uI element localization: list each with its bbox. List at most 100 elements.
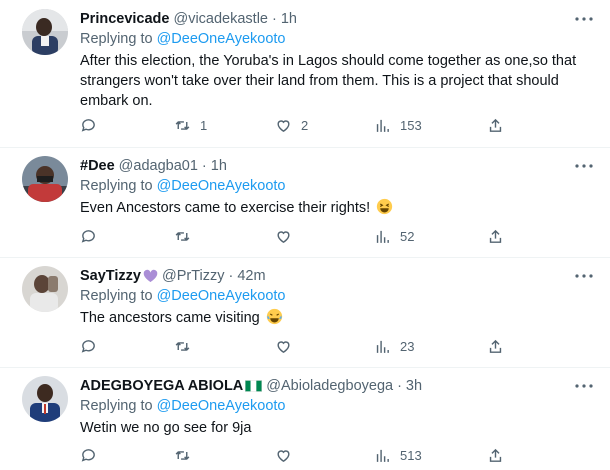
views-count: 52 — [400, 228, 415, 244]
avatar[interactable] — [22, 156, 68, 202]
share-button[interactable] — [487, 225, 504, 247]
share-icon — [489, 229, 502, 243]
avatar[interactable] — [22, 376, 68, 422]
share-button[interactable] — [487, 444, 504, 466]
tweet-text-content: The ancestors came visiting — [80, 310, 260, 326]
retweet-button[interactable] — [174, 444, 200, 466]
like-button[interactable] — [275, 225, 301, 247]
reply-icon — [81, 339, 95, 353]
tweet-text: The ancestors came visiting — [80, 308, 580, 328]
replying-to: Replying to @DeeOneAyekooto — [80, 176, 580, 196]
views-button[interactable]: 23 — [374, 335, 414, 357]
reply-button[interactable] — [80, 444, 97, 466]
more-options-icon[interactable] — [572, 268, 596, 284]
views-button[interactable]: 153 — [374, 114, 422, 136]
replying-to-label: Replying to — [80, 288, 157, 304]
retweet-button[interactable] — [174, 335, 200, 357]
timestamp[interactable]: 42m — [237, 266, 265, 286]
views-icon — [376, 340, 389, 353]
replying-to-link[interactable]: @DeeOneAyekooto — [157, 31, 286, 47]
tweet-header: ADEGBOYEGA ABIOLA @Abioladegboyega · 3h — [80, 376, 580, 396]
like-button[interactable]: 2 — [275, 114, 308, 136]
heart-icon — [277, 230, 290, 243]
retweet-button[interactable] — [174, 225, 200, 247]
display-name[interactable]: ADEGBOYEGA ABIOLA — [80, 376, 243, 396]
timestamp[interactable]: 3h — [406, 376, 422, 396]
reply-button[interactable] — [80, 225, 97, 247]
tweet-actions: 1 2 153 — [0, 114, 610, 136]
tweet-actions: 23 — [0, 335, 610, 357]
nigeria-flag-emoji — [245, 380, 263, 392]
like-button[interactable] — [275, 444, 301, 466]
tweet-princevicade[interactable]: Princevicade @vicadekastle · 1h Replying… — [0, 0, 610, 148]
tweet-header: Princevicade @vicadekastle · 1h — [80, 9, 580, 29]
share-button[interactable] — [487, 114, 504, 136]
heart-icon — [277, 119, 290, 132]
reply-icon — [81, 448, 95, 462]
heart-icon — [277, 340, 290, 353]
purple-heart-emoji — [143, 269, 158, 283]
tweet-text-content: Even Ancestors came to exercise their ri… — [80, 200, 371, 216]
separator-dot: · — [201, 158, 207, 174]
views-count: 153 — [400, 117, 422, 133]
replying-to-link[interactable]: @DeeOneAyekooto — [157, 178, 286, 194]
display-name[interactable]: #Dee — [80, 156, 115, 176]
views-count: 23 — [400, 338, 415, 354]
tweet-text: Even Ancestors came to exercise their ri… — [80, 198, 580, 218]
retweet-icon — [175, 120, 190, 130]
user-handle[interactable]: @Abioladegboyega — [266, 376, 393, 396]
retweet-count: 1 — [200, 117, 208, 133]
more-options-icon[interactable] — [572, 378, 596, 394]
views-count: 513 — [400, 447, 422, 463]
views-icon — [376, 449, 389, 462]
user-handle[interactable]: @vicadekastle — [173, 9, 268, 29]
replying-to: Replying to @DeeOneAyekooto — [80, 286, 580, 306]
timestamp[interactable]: 1h — [211, 156, 227, 176]
user-handle[interactable]: @PrTizzy — [162, 266, 225, 286]
separator-dot: · — [272, 11, 277, 27]
views-button[interactable]: 513 — [374, 444, 422, 466]
share-icon — [489, 448, 502, 462]
retweet-icon — [175, 341, 190, 351]
tweet-text: After this election, the Yoruba's in Lag… — [80, 53, 577, 109]
retweet-icon — [175, 231, 190, 241]
replying-to-label: Replying to — [80, 31, 157, 47]
reply-icon — [81, 229, 95, 243]
reply-feed: Princevicade @vicadekastle · 1h Replying… — [0, 0, 610, 470]
replying-to: Replying to @DeeOneAyekooto — [80, 29, 580, 49]
replying-to-label: Replying to — [80, 178, 157, 194]
views-icon — [376, 119, 389, 132]
like-count: 2 — [301, 117, 309, 133]
share-button[interactable] — [487, 335, 504, 357]
tweet-dee[interactable]: #Dee @adagba01 · 1h Replying to @DeeOneA… — [0, 148, 610, 258]
tweet-saytizzy[interactable]: SayTizzy @PrTizzy · 42m Replying to @Dee… — [0, 258, 610, 368]
display-name[interactable]: SayTizzy — [80, 266, 141, 286]
retweet-icon — [175, 450, 190, 460]
separator-dot: · — [397, 378, 402, 394]
share-icon — [489, 118, 502, 132]
display-name[interactable]: Princevicade — [80, 9, 169, 29]
face-with-tears-of-joy-emoji — [266, 308, 283, 325]
tweet-text: Wetin we no go see for 9ja — [80, 420, 252, 436]
like-button[interactable] — [275, 335, 301, 357]
more-options-icon[interactable] — [572, 158, 596, 174]
tweet-actions: 513 — [0, 444, 610, 466]
avatar[interactable] — [22, 9, 68, 55]
tweet-header: SayTizzy @PrTizzy · 42m — [80, 266, 580, 286]
views-icon — [376, 230, 389, 243]
heart-icon — [277, 449, 290, 462]
retweet-button[interactable]: 1 — [174, 114, 207, 136]
replying-to-link[interactable]: @DeeOneAyekooto — [157, 288, 286, 304]
user-handle[interactable]: @adagba01 — [119, 156, 198, 176]
tweet-adegboyega-abiola[interactable]: ADEGBOYEGA ABIOLA @Abioladegboyega · 3h … — [0, 368, 610, 470]
reply-button[interactable] — [80, 114, 97, 136]
grinning-squinting-face-emoji — [376, 198, 393, 215]
views-button[interactable]: 52 — [374, 225, 414, 247]
reply-button[interactable] — [80, 335, 97, 357]
tweet-actions: 52 — [0, 225, 610, 247]
replying-to-link[interactable]: @DeeOneAyekooto — [157, 398, 286, 414]
avatar[interactable] — [22, 266, 68, 312]
share-icon — [489, 339, 502, 353]
timestamp[interactable]: 1h — [281, 9, 297, 29]
more-options-icon[interactable] — [572, 11, 596, 27]
